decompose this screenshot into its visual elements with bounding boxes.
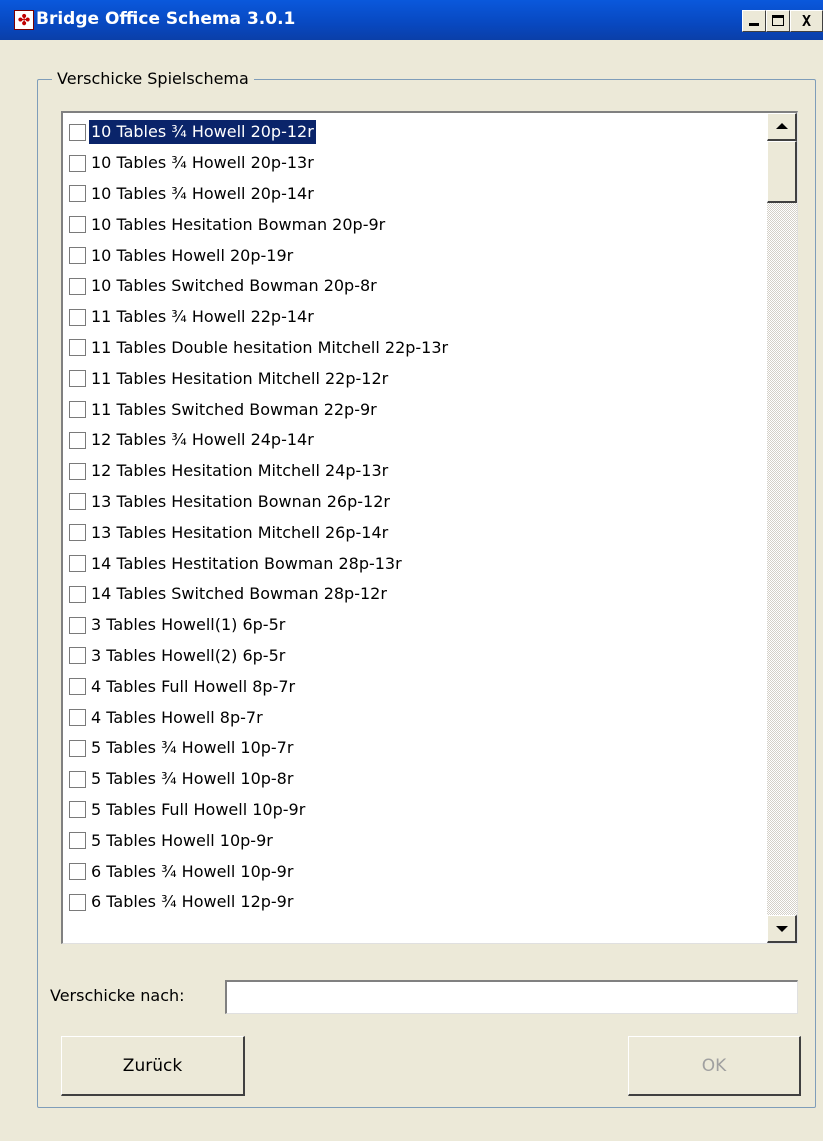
item-label: 11 Tables Switched Bowman 22p-9r <box>91 399 377 419</box>
arrow-up-icon <box>776 123 788 129</box>
list-item[interactable]: 5 Tables Howell 10p-9r <box>69 825 769 856</box>
ok-button[interactable]: OK <box>628 1036 801 1096</box>
item-label: 14 Tables Hestitation Bowman 28p-13r <box>91 553 402 573</box>
item-label: 11 Tables Double hesitation Mitchell 22p… <box>91 337 449 357</box>
list-item[interactable]: 13 Tables Hesitation Mitchell 26p-14r <box>69 517 769 548</box>
window-title: Bridge Office Schema 3.0.1 <box>36 9 296 29</box>
list-item[interactable]: 12 Tables ¾ Howell 24p-14r <box>69 425 769 456</box>
item-checkbox[interactable] <box>69 370 86 388</box>
item-label: 13 Tables Hesitation Mitchell 26p-14r <box>91 522 389 542</box>
item-checkbox[interactable] <box>69 247 86 265</box>
list-item[interactable]: 10 Tables ¾ Howell 20p-13r <box>69 148 769 179</box>
item-checkbox[interactable] <box>69 277 86 295</box>
list-item[interactable]: 12 Tables Hesitation Mitchell 24p-13r <box>69 456 769 487</box>
list-item[interactable]: 10 Tables Switched Bowman 20p-8r <box>69 271 769 302</box>
item-checkbox[interactable] <box>69 893 86 911</box>
item-label: 5 Tables Full Howell 10p-9r <box>91 799 306 819</box>
list-item[interactable]: 6 Tables ¾ Howell 10p-9r <box>69 856 769 887</box>
item-checkbox[interactable] <box>69 524 86 542</box>
item-checkbox[interactable] <box>69 339 86 357</box>
destination-label: Verschicke nach: <box>50 986 185 1005</box>
item-checkbox[interactable] <box>69 678 86 696</box>
item-label: 10 Tables Hesitation Bowman 20p-9r <box>91 214 386 234</box>
item-checkbox[interactable] <box>69 770 86 788</box>
list-item[interactable]: 3 Tables Howell(2) 6p-5r <box>69 641 769 672</box>
item-label: 12 Tables Hesitation Mitchell 24p-13r <box>91 461 389 481</box>
list-item[interactable]: 11 Tables ¾ Howell 22p-14r <box>69 302 769 333</box>
item-checkbox[interactable] <box>69 801 86 819</box>
item-label: 5 Tables ¾ Howell 10p-8r <box>91 769 294 789</box>
item-checkbox[interactable] <box>69 616 86 634</box>
list-item[interactable]: 14 Tables Switched Bowman 28p-12r <box>69 579 769 610</box>
item-checkbox[interactable] <box>69 185 86 203</box>
item-checkbox[interactable] <box>69 709 86 727</box>
title-bar[interactable]: ✤ Bridge Office Schema 3.0.1 X <box>0 0 823 40</box>
item-label: 5 Tables Howell 10p-9r <box>91 830 273 850</box>
item-label: 10 Tables ¾ Howell 20p-13r <box>91 153 314 173</box>
list-item[interactable]: 4 Tables Howell 8p-7r <box>69 702 769 733</box>
item-checkbox[interactable] <box>69 401 86 419</box>
maximize-button[interactable] <box>766 10 790 32</box>
list-item[interactable]: 11 Tables Hesitation Mitchell 22p-12r <box>69 363 769 394</box>
item-label: 4 Tables Howell 8p-7r <box>91 707 263 727</box>
list-item[interactable]: 10 Tables Howell 20p-19r <box>69 240 769 271</box>
list-item[interactable]: 10 Tables ¾ Howell 20p-12r <box>69 117 769 148</box>
schema-checklist[interactable]: 10 Tables ¾ Howell 20p-12r 10 Tables ¾ Ho… <box>61 111 798 944</box>
item-checkbox[interactable] <box>69 739 86 757</box>
minimize-button[interactable] <box>742 10 766 32</box>
item-label: 10 Tables Switched Bowman 20p-8r <box>91 276 377 296</box>
scroll-thumb[interactable] <box>767 141 797 203</box>
list-item[interactable]: 4 Tables Full Howell 8p-7r <box>69 671 769 702</box>
close-button[interactable]: X <box>790 10 823 32</box>
item-checkbox[interactable] <box>69 308 86 326</box>
item-label: 11 Tables ¾ Howell 22p-14r <box>91 307 314 327</box>
item-checkbox[interactable] <box>69 123 86 141</box>
schema-list-items: 10 Tables ¾ Howell 20p-12r 10 Tables ¾ Ho… <box>69 117 769 918</box>
destination-input[interactable] <box>225 980 798 1014</box>
item-label: 11 Tables Hesitation Mitchell 22p-12r <box>91 368 389 388</box>
item-label: 13 Tables Hesitation Bownan 26p-12r <box>91 491 390 511</box>
list-item[interactable]: 11 Tables Double hesitation Mitchell 22p… <box>69 333 769 364</box>
list-item[interactable]: 10 Tables ¾ Howell 20p-14r <box>69 179 769 210</box>
item-checkbox[interactable] <box>69 216 86 234</box>
item-label: 3 Tables Howell(2) 6p-5r <box>91 645 286 665</box>
item-label: 14 Tables Switched Bowman 28p-12r <box>91 584 387 604</box>
list-item[interactable]: 14 Tables Hestitation Bowman 28p-13r <box>69 548 769 579</box>
item-checkbox[interactable] <box>69 431 86 449</box>
list-item[interactable]: 11 Tables Switched Bowman 22p-9r <box>69 394 769 425</box>
list-item[interactable]: 5 Tables Full Howell 10p-9r <box>69 795 769 826</box>
item-label: 10 Tables Howell 20p-19r <box>91 245 294 265</box>
list-item[interactable]: 13 Tables Hesitation Bownan 26p-12r <box>69 487 769 518</box>
arrow-down-icon <box>776 926 788 932</box>
back-button[interactable]: Zurück <box>61 1036 245 1096</box>
scroll-up-button[interactable] <box>767 113 797 141</box>
item-checkbox[interactable] <box>69 647 86 665</box>
item-label: 10 Tables ¾ Howell 20p-14r <box>91 183 314 203</box>
item-checkbox[interactable] <box>69 832 86 850</box>
item-label: 3 Tables Howell(1) 6p-5r <box>91 615 286 635</box>
item-label: 10 Tables ¾ Howell 20p-12r <box>89 120 316 145</box>
list-item[interactable]: 5 Tables ¾ Howell 10p-8r <box>69 764 769 795</box>
list-item[interactable]: 10 Tables Hesitation Bowman 20p-9r <box>69 209 769 240</box>
item-label: 12 Tables ¾ Howell 24p-14r <box>91 430 314 450</box>
item-label: 5 Tables ¾ Howell 10p-7r <box>91 738 294 758</box>
item-label: 6 Tables ¾ Howell 12p-9r <box>91 892 294 912</box>
item-checkbox[interactable] <box>69 863 86 881</box>
list-item[interactable]: 5 Tables ¾ Howell 10p-7r <box>69 733 769 764</box>
item-checkbox[interactable] <box>69 462 86 480</box>
scroll-down-button[interactable] <box>767 915 797 943</box>
item-checkbox[interactable] <box>69 493 86 511</box>
item-checkbox[interactable] <box>69 585 86 603</box>
groupbox-legend: Verschicke Spielschema <box>52 69 254 88</box>
item-checkbox[interactable] <box>69 555 86 573</box>
vertical-scrollbar[interactable] <box>767 113 797 943</box>
item-label: 4 Tables Full Howell 8p-7r <box>91 676 296 696</box>
list-item[interactable]: 6 Tables ¾ Howell 12p-9r <box>69 887 769 918</box>
bridge-app-icon[interactable]: ✤ <box>14 10 34 30</box>
item-checkbox[interactable] <box>69 154 86 172</box>
item-label: 6 Tables ¾ Howell 10p-9r <box>91 861 294 881</box>
list-item[interactable]: 3 Tables Howell(1) 6p-5r <box>69 610 769 641</box>
